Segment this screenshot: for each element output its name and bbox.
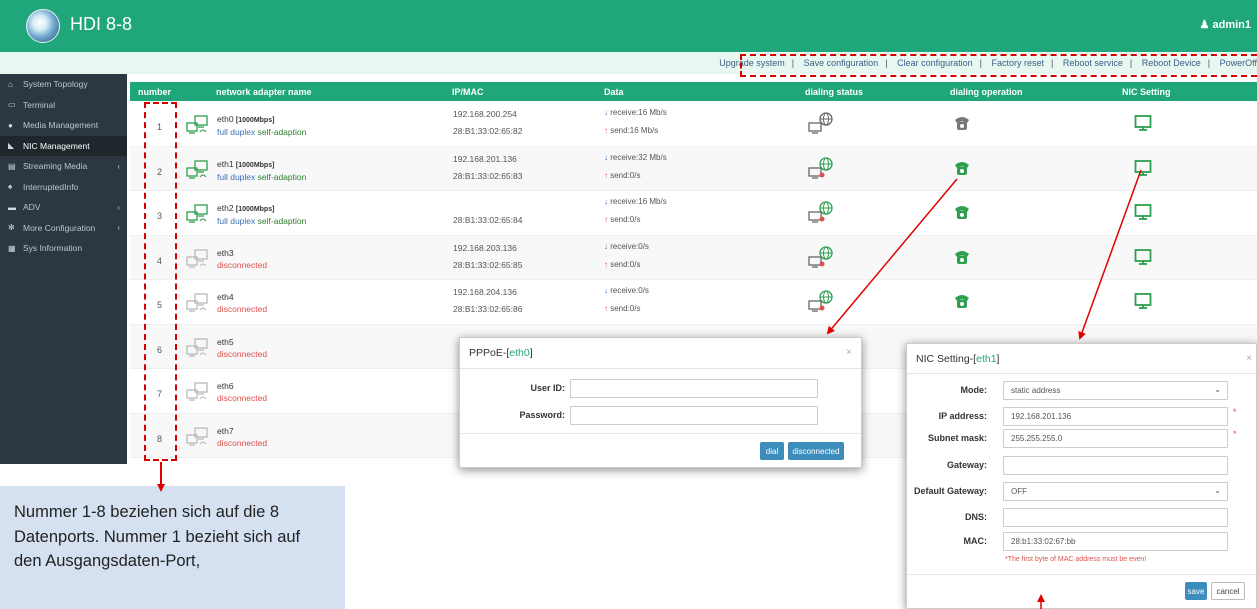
- arrow-to-nic-dialog: [1078, 169, 1142, 340]
- annotation-arrows: [157, 169, 1142, 609]
- screenshot-root: HDI 8-8 ♟ admin1 Upgrade system | Save co…: [0, 0, 1257, 609]
- arrow-to-pppoe: [826, 178, 958, 335]
